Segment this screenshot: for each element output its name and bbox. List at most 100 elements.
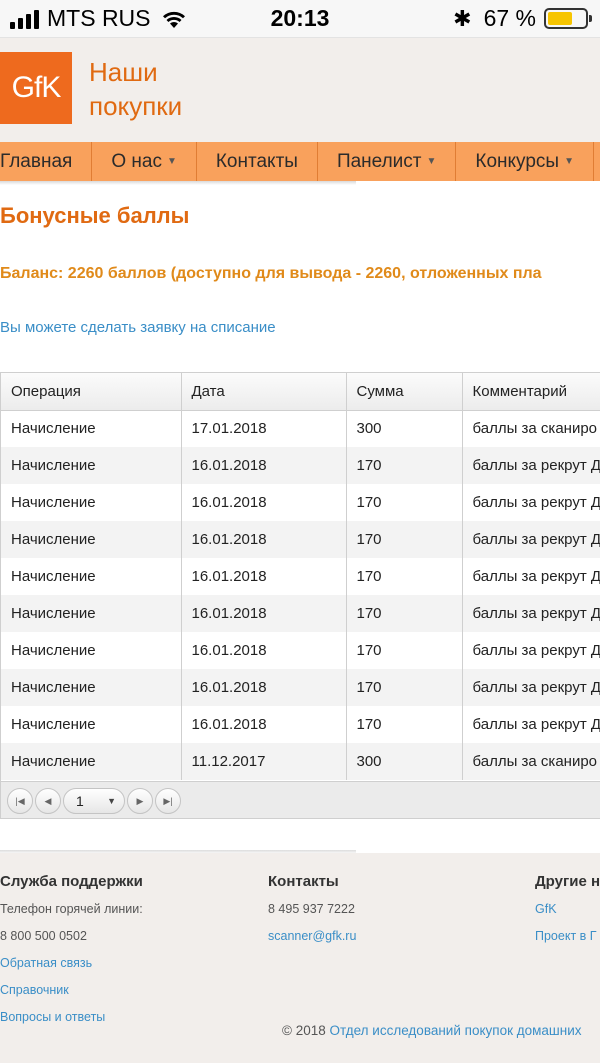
cell-amount: 170 [346, 632, 463, 669]
cell-amount: 170 [346, 706, 463, 743]
contact-phone: 8 495 937 7222 [268, 902, 355, 916]
cell-operation: Начисление [1, 632, 182, 669]
nav-shadow [0, 181, 356, 185]
nav-item-about[interactable]: О нас ▼ [92, 142, 197, 181]
signal-icon [10, 9, 39, 29]
department-link[interactable]: Отдел исследований покупок домашних [330, 1023, 582, 1038]
copyright-prefix: © 2018 [282, 1023, 326, 1038]
cell-amount: 170 [346, 595, 463, 632]
cell-date: 16.01.2018 [181, 484, 347, 521]
contact-email-link[interactable]: scanner@gfk.ru [268, 929, 356, 943]
cell-amount: 170 [346, 447, 463, 484]
table-row[interactable]: Начисление 11.12.2017 300 баллы за сканиро [1, 743, 600, 780]
nav-item-contests[interactable]: Конкурсы ▼ [456, 142, 594, 181]
table-row[interactable]: Начисление 16.01.2018 170 баллы за рекрут Д [1, 595, 600, 632]
site-name[interactable]: Наши покупки [89, 55, 182, 123]
nav-label: Конкурсы [475, 151, 560, 172]
cell-date: 16.01.2018 [181, 706, 347, 743]
table-row[interactable]: Начисление 17.01.2018 300 баллы за сканиро [1, 410, 600, 447]
cell-date: 17.01.2018 [181, 410, 347, 447]
column-header-date[interactable]: Дата [181, 373, 347, 411]
caret-down-icon: ▼ [166, 156, 177, 167]
cell-amount: 170 [346, 484, 463, 521]
battery-icon [544, 8, 592, 29]
site-name-line1: Наши [89, 57, 158, 87]
cell-operation: Начисление [1, 521, 182, 558]
column-header-operation[interactable]: Операция [1, 373, 182, 411]
cell-comment: баллы за рекрут Д [462, 484, 600, 521]
table-row[interactable]: Начисление 16.01.2018 170 баллы за рекрут Д [1, 484, 600, 521]
nav-item-contacts[interactable]: Контакты [197, 142, 318, 181]
cell-comment: баллы за рекрут Д [462, 669, 600, 706]
pager: |◀ ◀ 1 ▼ ▶ ▶| [1, 781, 600, 818]
gfk-logo[interactable]: GfK [0, 52, 72, 124]
cell-operation: Начисление [1, 706, 182, 743]
status-bar: MTS RUS 20:13 ✱ 67 % [0, 0, 600, 38]
table-row[interactable]: Начисление 16.01.2018 170 баллы за рекрут Д [1, 706, 600, 743]
cell-date: 16.01.2018 [181, 521, 347, 558]
cell-operation: Начисление [1, 447, 182, 484]
footer-other: Другие н GfK Проект в Г [535, 873, 600, 956]
faq-link[interactable]: Вопросы и ответы [0, 1010, 105, 1024]
chevron-down-icon: ▼ [107, 796, 116, 806]
cell-operation: Начисление [1, 595, 182, 632]
column-header-comment[interactable]: Комментарий [462, 373, 600, 411]
footer-support-title: Служба поддержки [0, 873, 143, 890]
nav-label: Панелист [336, 151, 422, 172]
carrier-name: MTS RUS [47, 5, 151, 31]
column-header-amount[interactable]: Сумма [346, 373, 463, 411]
cell-operation: Начисление [1, 743, 182, 780]
cell-amount: 300 [346, 743, 463, 780]
cell-operation: Начисление [1, 410, 182, 447]
cell-amount: 300 [346, 410, 463, 447]
gfk-link[interactable]: GfK [535, 902, 557, 916]
table-row[interactable]: Начисление 16.01.2018 170 баллы за рекрут Д [1, 632, 600, 669]
cell-comment: баллы за рекрут Д [462, 632, 600, 669]
cell-date: 16.01.2018 [181, 669, 347, 706]
footer-contacts: Контакты 8 495 937 7222 scanner@gfk.ru [268, 873, 356, 956]
withdraw-request-link[interactable]: Вы можете сделать заявку на списание [0, 319, 276, 336]
cell-date: 16.01.2018 [181, 632, 347, 669]
footer: Служба поддержки Телефон горячей линии: … [0, 853, 600, 1063]
table-row[interactable]: Начисление 16.01.2018 170 баллы за рекрут Д [1, 521, 600, 558]
nav-item-home[interactable]: Главная [0, 142, 93, 181]
page-select[interactable]: 1 ▼ [63, 788, 125, 814]
balance-text: Баланс: 2260 баллов (доступно для вывода… [0, 265, 542, 282]
table-row[interactable]: Начисление 16.01.2018 170 баллы за рекрут Д [1, 447, 600, 484]
page-title: Бонусные баллы [0, 203, 190, 228]
table-row[interactable]: Начисление 16.01.2018 170 баллы за рекрут Д [1, 558, 600, 595]
cell-amount: 170 [346, 521, 463, 558]
caret-down-icon: ▼ [426, 156, 437, 167]
feedback-link[interactable]: Обратная связь [0, 956, 92, 970]
cell-comment: баллы за рекрут Д [462, 521, 600, 558]
cell-operation: Начисление [1, 558, 182, 595]
bluetooth-icon: ✱ [453, 5, 472, 31]
transactions-table: Операция Дата Сумма Комментарий Начислен… [1, 373, 600, 780]
nav-item-panelist[interactable]: Панелист ▼ [318, 142, 457, 181]
cell-comment: баллы за рекрут Д [462, 595, 600, 632]
cell-comment: баллы за рекрут Д [462, 558, 600, 595]
last-page-icon[interactable]: ▶| [155, 788, 181, 814]
cell-comment: баллы за сканиро [462, 410, 600, 447]
cell-comment: баллы за сканиро [462, 743, 600, 780]
copyright: © 2018 Отдел исследований покупок домашн… [282, 1023, 582, 1038]
page-select-value: 1 [76, 793, 84, 809]
cell-operation: Начисление [1, 669, 182, 706]
battery-fill [548, 12, 573, 25]
prev-page-icon[interactable]: ◀ [35, 788, 61, 814]
first-page-icon[interactable]: |◀ [7, 788, 33, 814]
cell-date: 16.01.2018 [181, 558, 347, 595]
nav-label: О нас [111, 151, 162, 172]
reference-link[interactable]: Справочник [0, 983, 69, 997]
cell-operation: Начисление [1, 484, 182, 521]
cell-comment: баллы за рекрут Д [462, 447, 600, 484]
table-header-row: Операция Дата Сумма Комментарий [1, 373, 600, 411]
project-link[interactable]: Проект в Г [535, 929, 597, 943]
table-row[interactable]: Начисление 16.01.2018 170 баллы за рекрут Д [1, 669, 600, 706]
site-name-line2: покупки [89, 91, 183, 121]
next-page-icon[interactable]: ▶ [127, 788, 153, 814]
footer-support: Служба поддержки Телефон горячей линии: … [0, 873, 143, 1037]
transactions-grid: Операция Дата Сумма Комментарий Начислен… [0, 372, 600, 819]
cell-comment: баллы за рекрут Д [462, 706, 600, 743]
cell-date: 16.01.2018 [181, 447, 347, 484]
